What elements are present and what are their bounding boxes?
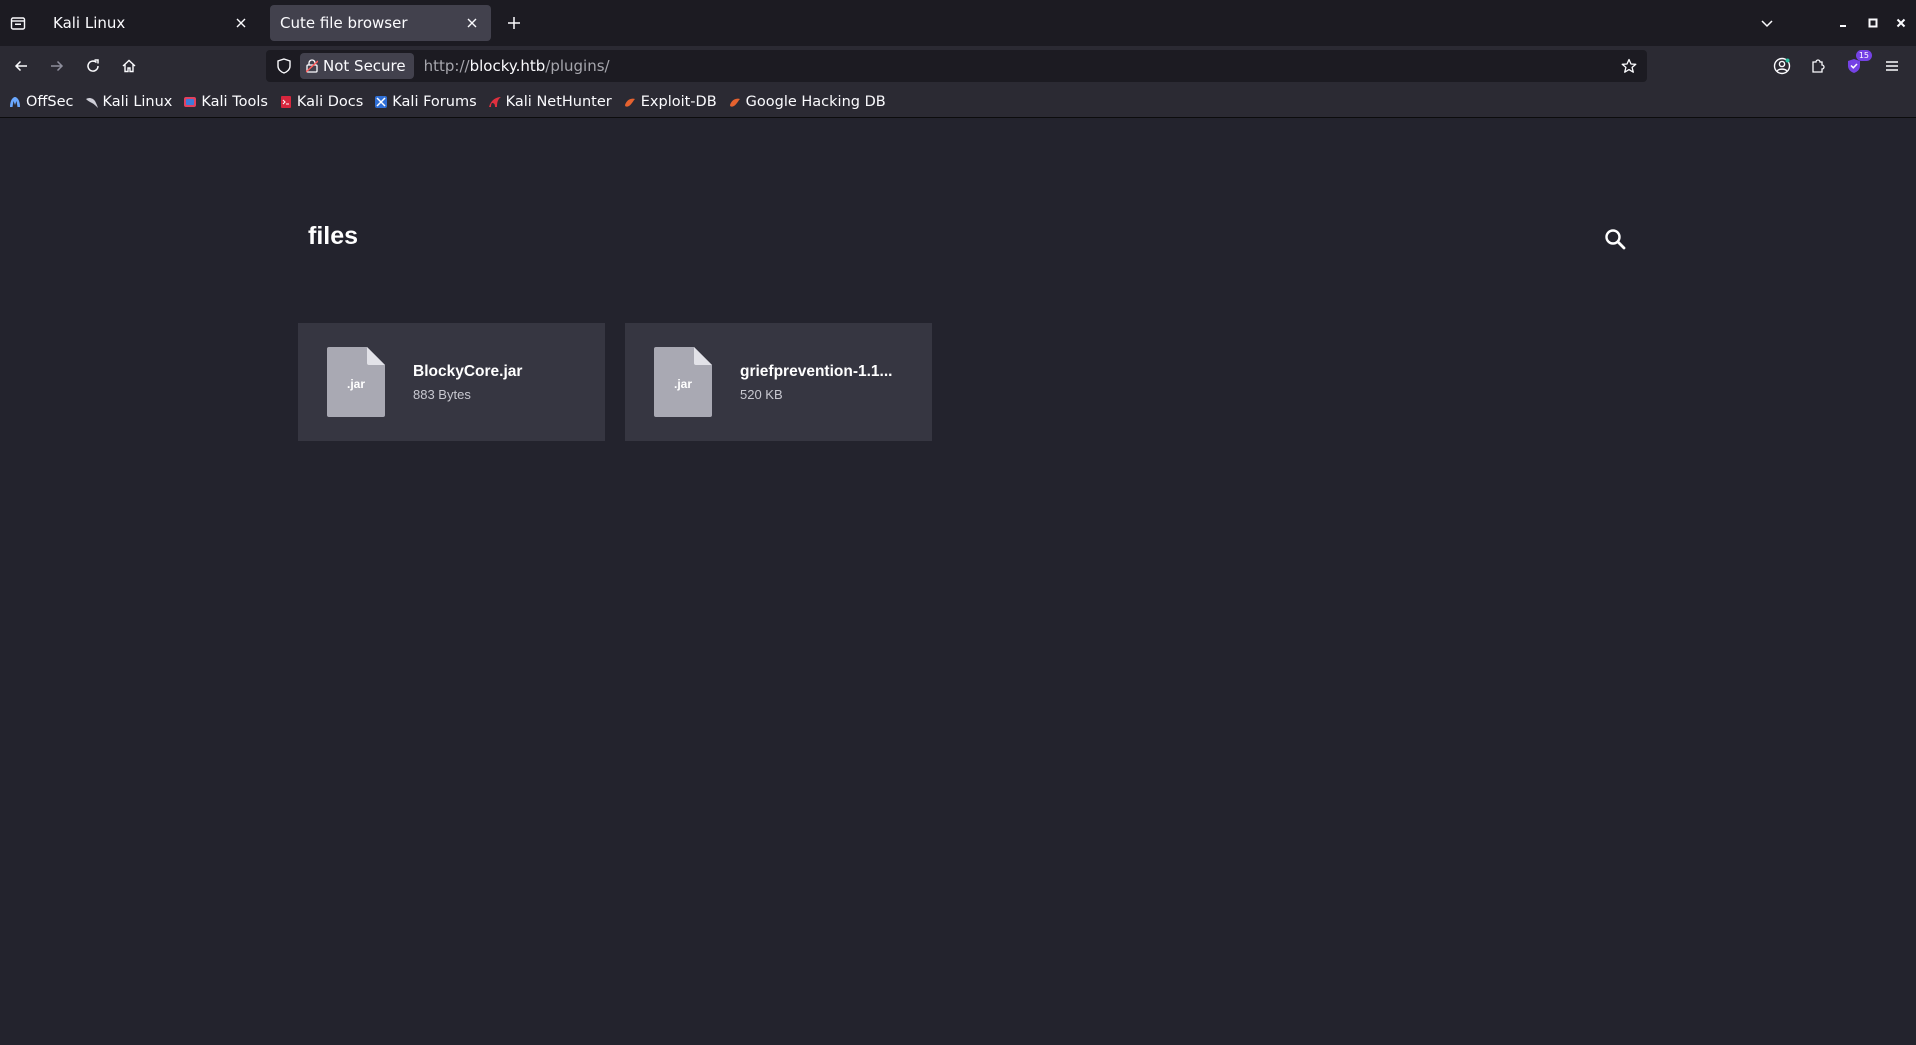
tracking-protection-button[interactable]	[270, 50, 298, 82]
bookmark-label: Kali Linux	[102, 93, 173, 110]
bookmark-label: OffSec	[26, 93, 74, 110]
star-icon	[1621, 58, 1637, 73]
close-icon	[236, 18, 246, 28]
menu-button[interactable]	[1878, 52, 1906, 80]
bookmarks-toolbar: OffSec Kali Linux Kali Tools Kali Docs K…	[0, 86, 1916, 118]
search-button[interactable]	[1602, 226, 1628, 252]
kali-dragon-icon	[85, 95, 99, 109]
forward-button[interactable]	[43, 52, 71, 80]
site-security-button[interactable]: Not Secure	[300, 53, 414, 79]
file-jar-icon: .jar	[327, 347, 385, 417]
tab-list-icon	[10, 17, 26, 30]
reload-icon	[87, 59, 99, 72]
url-path: /plugins/	[545, 57, 610, 75]
page-content: files .jar BlockyCore.jar 883 Bytes .jar	[0, 119, 1916, 1045]
kali-tools-icon	[183, 95, 197, 109]
url-bar[interactable]: Not Secure http://blocky.htb/plugins/	[266, 50, 1647, 82]
bookmark-page-button[interactable]	[1617, 54, 1641, 78]
file-name: BlockyCore.jar	[413, 362, 523, 380]
kali-forums-icon	[374, 95, 388, 109]
bookmark-label: Kali Docs	[296, 93, 364, 110]
bookmark-label: Kali NetHunter	[505, 93, 612, 110]
arrow-left-icon	[14, 60, 27, 72]
file-extension: .jar	[673, 377, 692, 391]
file-size: 883 Bytes	[413, 386, 471, 402]
url-text[interactable]: http://blocky.htb/plugins/	[424, 57, 610, 75]
maximize-icon	[1868, 18, 1878, 28]
exploit-db-icon	[623, 95, 637, 109]
chevron-down-icon	[1761, 20, 1773, 28]
arrow-right-icon	[51, 60, 64, 72]
bookmark-kali-docs[interactable]: Kali Docs	[279, 94, 363, 110]
reload-button[interactable]	[79, 52, 107, 80]
tab-close-button[interactable]	[232, 14, 250, 32]
search-icon	[1605, 229, 1626, 250]
tab-kali-linux[interactable]: Kali Linux	[43, 5, 260, 41]
bookmark-kali-tools[interactable]: Kali Tools	[183, 94, 268, 110]
file-item-griefprevention[interactable]: .jar griefprevention-1.1... 520 KB	[625, 323, 932, 441]
bookmark-label: Google Hacking DB	[745, 93, 886, 110]
page-title: files	[308, 222, 359, 250]
ghdb-icon	[728, 95, 742, 109]
new-tab-button[interactable]	[501, 10, 527, 36]
file-size: 520 KB	[740, 386, 783, 402]
bookmark-google-hacking-db[interactable]: Google Hacking DB	[728, 94, 886, 110]
account-icon	[1773, 57, 1791, 75]
extension-shield-button[interactable]: 15	[1840, 50, 1872, 80]
extension-badge: 15	[1855, 50, 1872, 61]
bookmark-exploit-db[interactable]: Exploit-DB	[623, 94, 717, 110]
tab-title: Kali Linux	[53, 14, 126, 32]
file-extension: .jar	[346, 377, 365, 391]
offsec-icon	[8, 95, 22, 109]
list-all-tabs-button[interactable]	[1756, 12, 1778, 34]
bookmark-label: Kali Forums	[392, 93, 477, 110]
home-icon	[122, 59, 136, 73]
bookmark-kali-nethunter[interactable]: Kali NetHunter	[488, 94, 612, 110]
bookmark-kali-forums[interactable]: Kali Forums	[374, 93, 477, 110]
kali-nethunter-icon	[488, 95, 502, 109]
firefox-view-button[interactable]	[0, 0, 36, 46]
shield-icon	[277, 58, 291, 74]
close-icon	[1896, 18, 1906, 28]
security-label: Not Secure	[323, 57, 406, 75]
close-window-button[interactable]	[1890, 12, 1912, 34]
bookmark-offsec[interactable]: OffSec	[8, 94, 74, 110]
back-button[interactable]	[7, 52, 35, 80]
bookmark-kali-linux[interactable]: Kali Linux	[85, 93, 173, 110]
bookmark-label: Exploit-DB	[640, 93, 717, 110]
tab-title: Cute file browser	[280, 14, 408, 32]
tab-cute-file-browser[interactable]: Cute file browser	[270, 5, 491, 41]
account-button[interactable]	[1768, 52, 1796, 80]
url-scheme: http://	[423, 57, 470, 75]
file-jar-icon: .jar	[654, 347, 712, 417]
extensions-button[interactable]	[1804, 52, 1832, 80]
minimize-icon	[1840, 25, 1846, 27]
url-host: blocky.htb	[469, 57, 546, 75]
tab-strip: Kali Linux Cute file browser	[0, 0, 1916, 46]
file-name: griefprevention-1.1...	[740, 362, 893, 380]
minimize-button[interactable]	[1832, 12, 1854, 34]
puzzle-icon	[1812, 59, 1825, 73]
plus-icon	[508, 17, 520, 29]
home-button[interactable]	[115, 52, 143, 80]
bookmark-label: Kali Tools	[201, 93, 268, 110]
file-item-blockycore[interactable]: .jar BlockyCore.jar 883 Bytes	[298, 323, 605, 441]
kali-docs-icon	[279, 95, 293, 109]
navigation-toolbar: Not Secure http://blocky.htb/plugins/ 15	[0, 46, 1916, 86]
hamburger-menu-icon	[1886, 61, 1898, 71]
tab-close-button[interactable]	[463, 14, 481, 32]
maximize-button[interactable]	[1862, 12, 1884, 34]
close-icon	[467, 18, 477, 28]
insecure-lock-icon	[306, 59, 318, 73]
